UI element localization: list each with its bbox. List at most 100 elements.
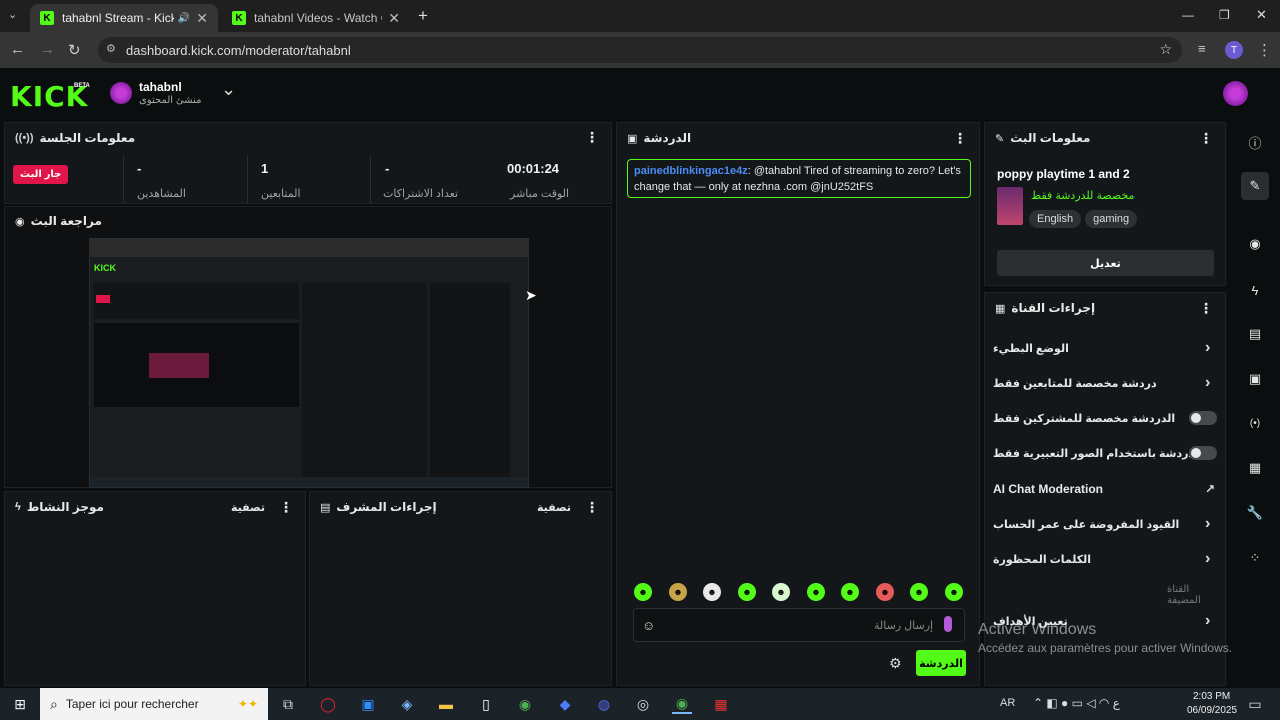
kick-favicon-icon: K — [40, 11, 54, 25]
file-explorer-icon[interactable]: ▬ — [436, 694, 456, 714]
chrome-icon[interactable]: ◉ — [515, 694, 535, 714]
wrench-icon[interactable]: 🔧 — [1241, 499, 1269, 527]
discord-icon[interactable]: ◍ — [594, 694, 614, 714]
task-view-icon[interactable]: ⧉ — [278, 694, 298, 714]
edit-stream-button[interactable]: تعديل — [997, 250, 1214, 276]
tag-chip[interactable]: English — [1029, 210, 1082, 228]
followers-only-row[interactable]: دردشة مخصصة للمتابعين فقط › — [985, 368, 1225, 398]
panel-menu-icon[interactable]: ⋮ — [1199, 300, 1213, 317]
ai-moderation-row[interactable]: AI Chat Moderation ↗ — [985, 474, 1225, 504]
copilot-icon[interactable]: ◈ — [397, 694, 417, 714]
panel-title: معلومات الجلسة — [39, 131, 136, 145]
clock-date[interactable]: 06/09/2025 — [1187, 705, 1237, 716]
minimize-button[interactable]: — — [1182, 8, 1194, 22]
emote-icon[interactable]: ☻ — [910, 583, 928, 601]
chrome-active-icon[interactable]: ◉ — [672, 694, 692, 714]
obs-icon[interactable]: ◎ — [633, 694, 653, 714]
stat-value-subs: - — [385, 161, 390, 176]
browser-menu-icon[interactable]: ⋮ — [1257, 41, 1272, 59]
emote-icon[interactable]: ☻ — [841, 583, 859, 601]
taskbar-search[interactable]: ⌕ Taper ici pour rechercher ✦✦ — [40, 688, 268, 720]
lightning-icon[interactable]: ϟ — [1241, 276, 1269, 304]
emote-icon[interactable]: ☻ — [945, 583, 963, 601]
opera-icon[interactable]: ◯ — [318, 694, 338, 714]
panel-title: مراجعة البث — [30, 214, 102, 228]
clock-time[interactable]: 2:03 PM — [1193, 691, 1230, 702]
panel-title: إجراءات القناة — [1011, 301, 1096, 315]
panel-menu-icon[interactable]: ⋮ — [1199, 130, 1213, 147]
audio-icon[interactable]: 🔊 — [178, 13, 190, 24]
panel-menu-icon[interactable]: ⋮ — [585, 499, 599, 516]
store-icon[interactable]: ▣ — [358, 694, 378, 714]
subscribers-only-toggle[interactable] — [1189, 411, 1217, 425]
chat-input[interactable]: ☺ إرسال رسالة — [633, 608, 965, 642]
emotes-only-toggle[interactable] — [1189, 446, 1217, 460]
filter-button[interactable]: تصفية — [231, 501, 265, 514]
panel-menu-icon[interactable]: ⋮ — [585, 129, 599, 146]
app-icon[interactable]: ◆ — [555, 694, 575, 714]
file-icon[interactable]: ▯ — [476, 694, 496, 714]
system-tray-icons[interactable]: ⌃ ◧ ● ▭ ◁ ◠ ع — [1033, 696, 1120, 710]
banned-words-row[interactable]: الكلمات المحظورة › — [985, 544, 1225, 574]
language-indicator[interactable]: AR — [1000, 697, 1015, 709]
info-icon[interactable]: ⓘ — [1241, 128, 1269, 156]
channel-switcher-chevron-icon[interactable]: ⌄ — [221, 79, 236, 100]
broadcast-icon[interactable]: (•) — [1241, 409, 1269, 437]
chat-username[interactable]: painedblinkingac1e4z — [634, 165, 748, 177]
bookmark-star-icon[interactable]: ☆ — [1159, 41, 1172, 58]
emote-icon[interactable]: ☻ — [634, 583, 652, 601]
tag-chip[interactable]: gaming — [1085, 210, 1138, 228]
channel-actions-icon[interactable]: ▦ — [1241, 454, 1269, 482]
microphone-icon[interactable] — [944, 616, 952, 632]
filter-button[interactable]: تصفية — [537, 501, 571, 514]
restore-button[interactable]: ❐ — [1219, 8, 1230, 22]
slow-mode-row[interactable]: الوضع البطيء › — [985, 333, 1225, 363]
tab-kick-dashboard[interactable]: K tahabnl Stream - Kick Dashl 🔊 ✕ — [30, 4, 218, 32]
emote-icon[interactable]: ☻ — [738, 583, 756, 601]
account-age-row[interactable]: القيود المفروضة على عمر الحساب › — [985, 509, 1225, 539]
close-window-button[interactable]: ✕ — [1256, 7, 1267, 23]
pencil-icon[interactable]: ✎ — [1241, 172, 1269, 200]
session-info-panel: ((•)) معلومات الجلسة ⋮ جار البث - المشاه… — [4, 122, 612, 204]
site-info-icon[interactable]: ⚙ — [106, 42, 116, 55]
reload-icon[interactable]: ↻ — [68, 41, 81, 59]
tab-title: tahabnl Videos - Watch On-Der — [254, 11, 382, 25]
tab-kick-videos[interactable]: K tahabnl Videos - Watch On-Der ✕ — [222, 4, 410, 32]
flag-app-icon[interactable]: ▦ — [711, 694, 731, 714]
address-bar[interactable]: ⚙ dashboard.kick.com/moderator/tahabnl ☆ — [98, 37, 1182, 63]
search-icon: ⌕ — [50, 695, 58, 712]
close-tab-icon[interactable]: ✕ — [196, 10, 208, 27]
chevron-right-icon: › — [1205, 550, 1211, 567]
live-badge: جار البث — [13, 165, 69, 184]
emote-icon[interactable]: ☻ — [772, 583, 790, 601]
notification-icon[interactable]: ▭ — [1245, 694, 1265, 714]
panel-menu-icon[interactable]: ⋮ — [953, 130, 967, 147]
back-icon[interactable]: ← — [10, 41, 25, 58]
apps-icon[interactable]: ⁘ — [1241, 544, 1269, 572]
emote-icon[interactable]: ☻ — [703, 583, 721, 601]
new-tab-button[interactable]: + — [418, 6, 428, 26]
media-control-icon[interactable]: ≡ — [1198, 41, 1206, 56]
document-icon[interactable]: ▤ — [1241, 320, 1269, 348]
chat-settings-gear-icon[interactable]: ⚙ — [889, 655, 902, 672]
host-channel-label: القناة المضيفة — [1167, 584, 1201, 606]
close-tab-icon[interactable]: ✕ — [388, 10, 400, 27]
chat-icon[interactable]: ▣ — [1241, 365, 1269, 393]
emote-icon[interactable]: ☻ — [876, 583, 894, 601]
tab-list-icon[interactable]: ⌄ — [8, 8, 17, 21]
user-avatar[interactable] — [1223, 81, 1248, 106]
chat-send-button[interactable]: الدردشة — [916, 650, 966, 676]
panel-menu-icon[interactable]: ⋮ — [279, 499, 293, 516]
windows-start-icon[interactable]: ⊞ — [10, 694, 30, 714]
stream-video[interactable]: KICK — [89, 238, 529, 488]
browser-tab-bar: ⌄ K tahabnl Stream - Kick Dashl 🔊 ✕ K ta… — [0, 0, 1280, 32]
forward-icon[interactable]: → — [40, 41, 55, 58]
row-label: الكلمات المحظورة — [993, 553, 1092, 566]
channel-name: tahabnl — [139, 80, 182, 94]
profile-avatar[interactable]: T — [1225, 41, 1243, 59]
camera-icon[interactable]: ◉ — [1241, 230, 1269, 258]
emote-icon[interactable]: ☻ — [669, 583, 687, 601]
emote-icon[interactable]: ☻ — [807, 583, 825, 601]
tab-title: tahabnl Stream - Kick Dashl — [62, 11, 174, 25]
emoji-icon[interactable]: ☺ — [642, 618, 655, 633]
